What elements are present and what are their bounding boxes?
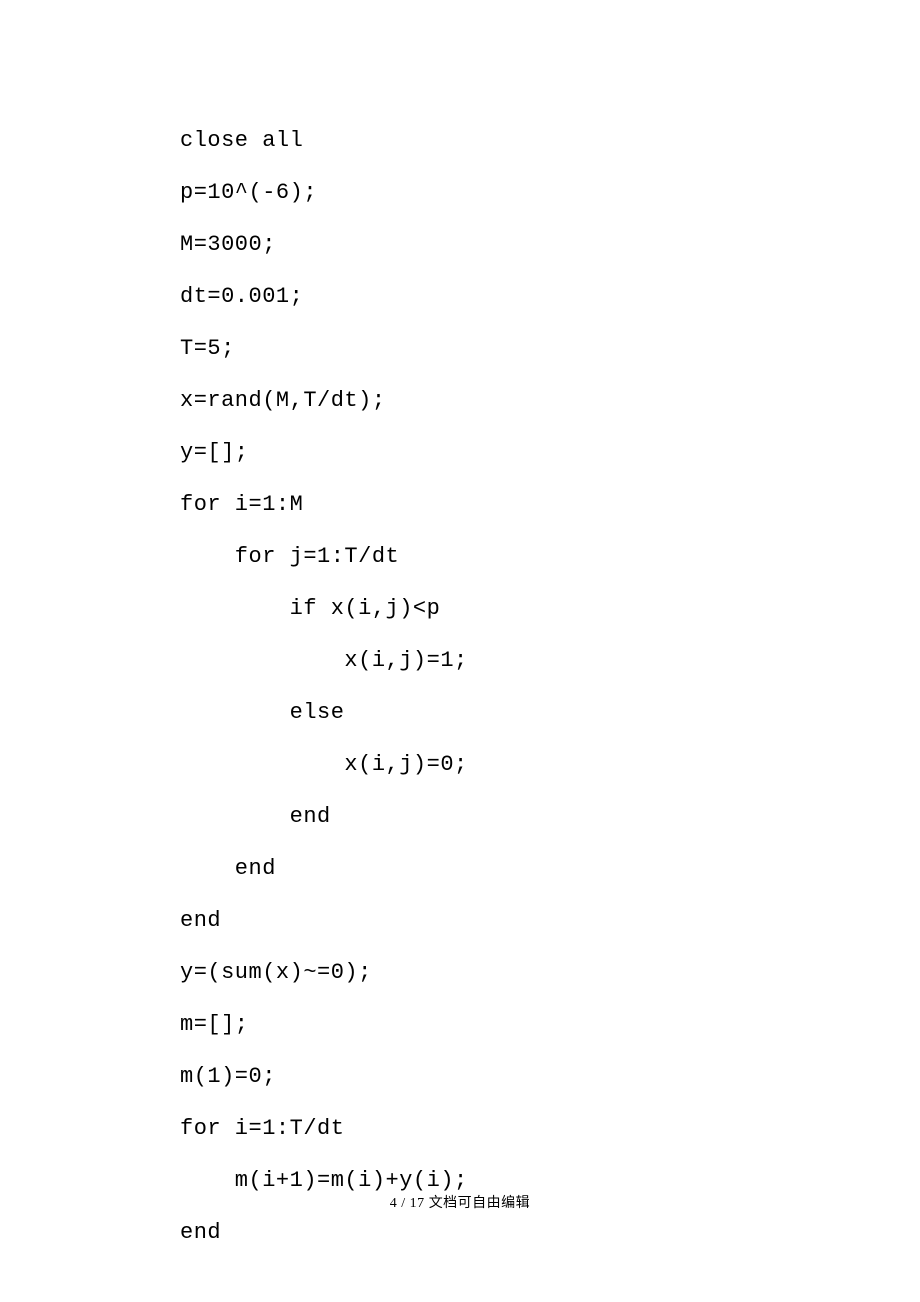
code-block: close all p=10^(-6); M=3000; dt=0.001; T… bbox=[180, 115, 790, 1259]
page-number: 4 / 17 bbox=[390, 1196, 425, 1211]
page-footer: 4 / 17 文档可自由编辑 bbox=[0, 1192, 920, 1212]
document-page: close all p=10^(-6); M=3000; dt=0.001; T… bbox=[0, 0, 920, 1302]
footer-note: 文档可自由编辑 bbox=[429, 1196, 531, 1211]
